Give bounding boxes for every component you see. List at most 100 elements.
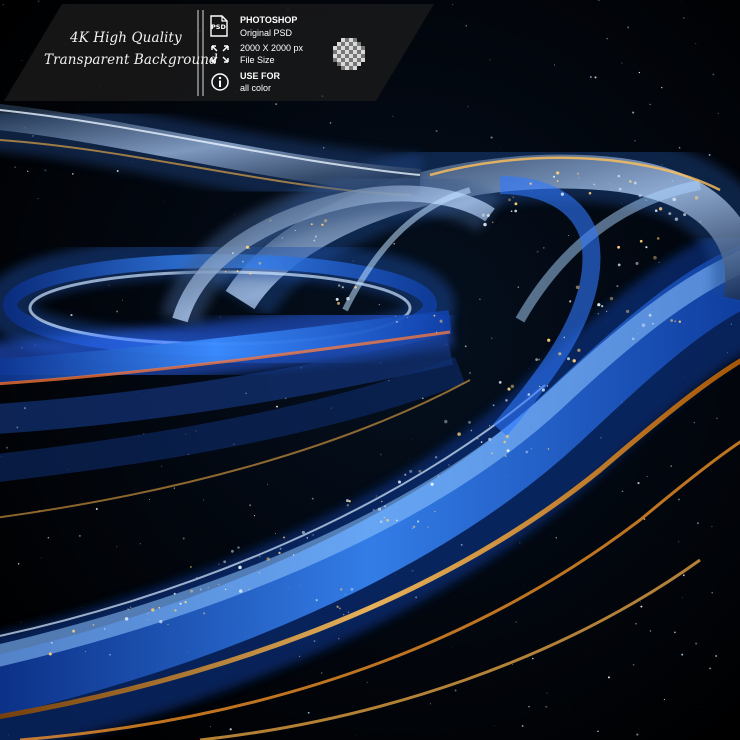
- star: [709, 667, 711, 670]
- star: [210, 726, 211, 728]
- star: [536, 250, 539, 253]
- star: [638, 71, 641, 74]
- sparkle: [427, 526, 429, 528]
- star: [173, 487, 175, 489]
- star: [139, 543, 142, 545]
- sparkle: [158, 606, 161, 609]
- star: [517, 129, 519, 130]
- star: [678, 498, 680, 501]
- sparkle: [190, 589, 194, 593]
- sparkle: [341, 286, 344, 289]
- star: [682, 574, 685, 577]
- star: [307, 711, 310, 714]
- sparkle: [597, 312, 600, 315]
- sparkle: [434, 456, 438, 459]
- sparkle: [577, 348, 581, 352]
- sparkle: [506, 449, 510, 453]
- star: [621, 490, 624, 493]
- sparkle: [207, 587, 209, 589]
- sparkle: [232, 252, 234, 254]
- star: [682, 597, 683, 598]
- star: [594, 76, 597, 79]
- star: [261, 83, 262, 85]
- star: [621, 62, 623, 64]
- sparkle: [609, 296, 614, 301]
- sparkle: [92, 624, 95, 626]
- sparkle: [417, 520, 420, 523]
- star: [695, 642, 698, 645]
- star: [108, 284, 110, 286]
- sparkle: [203, 612, 206, 615]
- star: [21, 60, 23, 61]
- sparkle: [84, 651, 86, 652]
- star: [491, 337, 493, 339]
- sparkle: [593, 183, 596, 186]
- sparkle: [625, 309, 630, 314]
- star: [670, 465, 673, 467]
- sparkle: [563, 336, 565, 339]
- sparkle: [407, 317, 409, 319]
- star: [321, 672, 323, 674]
- star: [287, 8, 289, 10]
- star: [355, 735, 356, 736]
- star: [219, 316, 221, 318]
- sparkle: [674, 217, 679, 221]
- star: [636, 733, 639, 736]
- sparkle: [310, 223, 313, 226]
- star: [235, 91, 237, 93]
- sparkle: [670, 319, 674, 322]
- sparkle: [48, 652, 52, 656]
- sparkle: [173, 592, 176, 595]
- sparkle: [637, 332, 639, 334]
- sparkle: [491, 221, 494, 224]
- star: [711, 525, 713, 528]
- sparkle: [199, 588, 202, 591]
- star: [545, 705, 548, 708]
- sparkle: [617, 263, 621, 267]
- star: [149, 498, 151, 500]
- star: [695, 43, 697, 45]
- sparkle: [339, 607, 341, 610]
- sparkle: [491, 452, 493, 455]
- sparkle: [223, 560, 227, 564]
- sparkle: [237, 546, 240, 549]
- star: [409, 458, 410, 459]
- star: [568, 705, 569, 706]
- sparkle: [617, 174, 621, 178]
- sparkle: [694, 196, 699, 200]
- star: [512, 664, 514, 665]
- sparkle: [378, 303, 381, 306]
- sparkle: [278, 551, 281, 555]
- sparkle: [397, 480, 402, 484]
- star: [125, 57, 127, 59]
- sparkle: [266, 557, 270, 561]
- sparkle: [576, 172, 580, 175]
- star: [392, 115, 394, 118]
- star: [697, 522, 699, 524]
- sparkle: [159, 620, 163, 624]
- sparkle: [558, 352, 562, 356]
- sparkle: [167, 623, 169, 625]
- sparkle: [512, 196, 514, 198]
- sparkle: [608, 183, 610, 185]
- sparkle: [480, 441, 483, 443]
- sparkle: [231, 585, 233, 587]
- sparkle: [292, 554, 295, 556]
- star: [65, 42, 67, 44]
- star: [708, 153, 711, 156]
- star: [492, 404, 495, 407]
- star: [47, 536, 50, 539]
- star: [716, 417, 718, 420]
- sparkle: [249, 272, 252, 275]
- sparkle: [312, 534, 314, 536]
- sparkle: [124, 617, 129, 621]
- star: [5, 446, 9, 449]
- sparkle: [505, 399, 508, 402]
- sparkle: [489, 425, 491, 427]
- sparkle: [678, 320, 682, 323]
- sparkle: [339, 588, 343, 591]
- sparkle: [283, 536, 285, 539]
- sparkle: [345, 499, 349, 503]
- sparkle: [430, 482, 434, 486]
- star: [202, 499, 205, 501]
